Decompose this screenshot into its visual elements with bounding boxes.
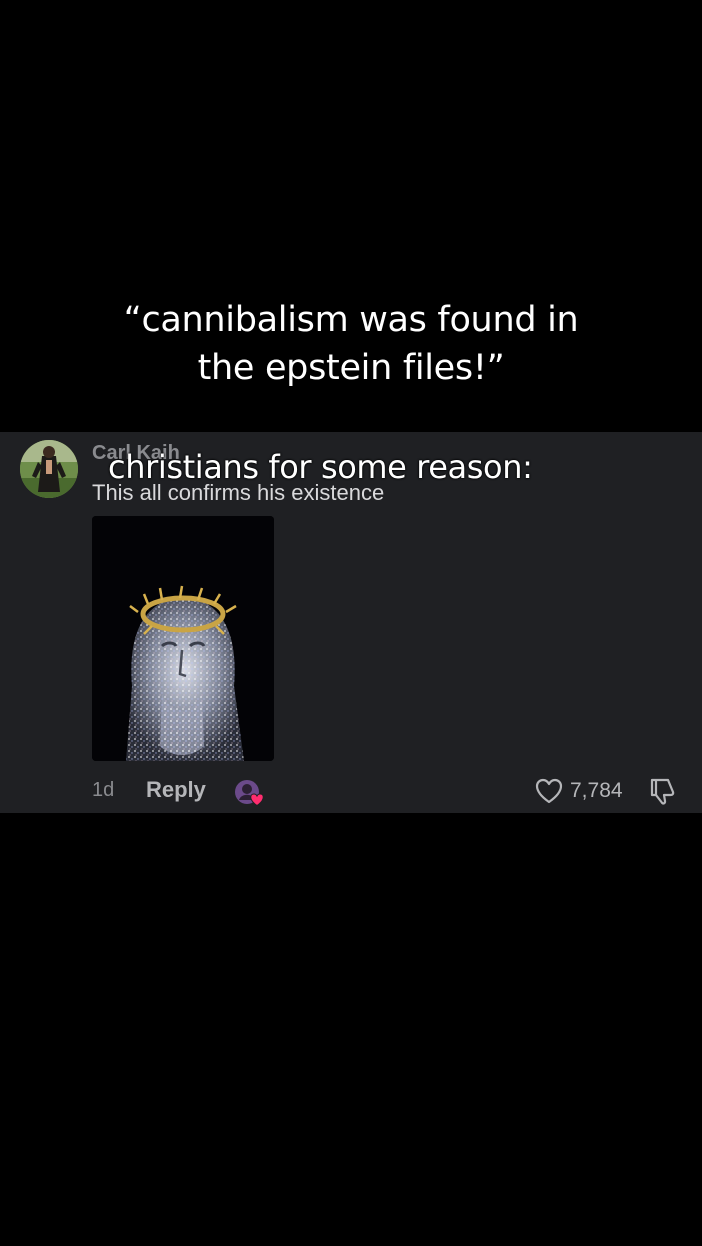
comment-image[interactable] [92, 516, 274, 761]
avatar-image [20, 440, 78, 498]
top-caption-line-1: “cannibalism was found in [123, 300, 579, 340]
top-caption: “cannibalism was found in the epstein fi… [0, 296, 702, 392]
comment-card: Carl Kaih This all confirms his existenc… [0, 432, 702, 813]
reply-button[interactable]: Reply [146, 777, 206, 803]
like-count: 7,784 [570, 779, 623, 802]
avatar[interactable] [20, 440, 78, 498]
jeweled-portrait-image [92, 516, 274, 761]
thumbs-down-icon[interactable] [648, 776, 676, 806]
comment-actions: 1d Reply 7,784 [0, 772, 702, 808]
overlay-caption: christians for some reason: [108, 448, 533, 486]
heart-icon[interactable] [535, 778, 563, 804]
comment-time: 1d [92, 779, 115, 801]
top-caption-line-2: the epstein files!” [197, 348, 505, 388]
creator-liked-icon [233, 778, 265, 807]
